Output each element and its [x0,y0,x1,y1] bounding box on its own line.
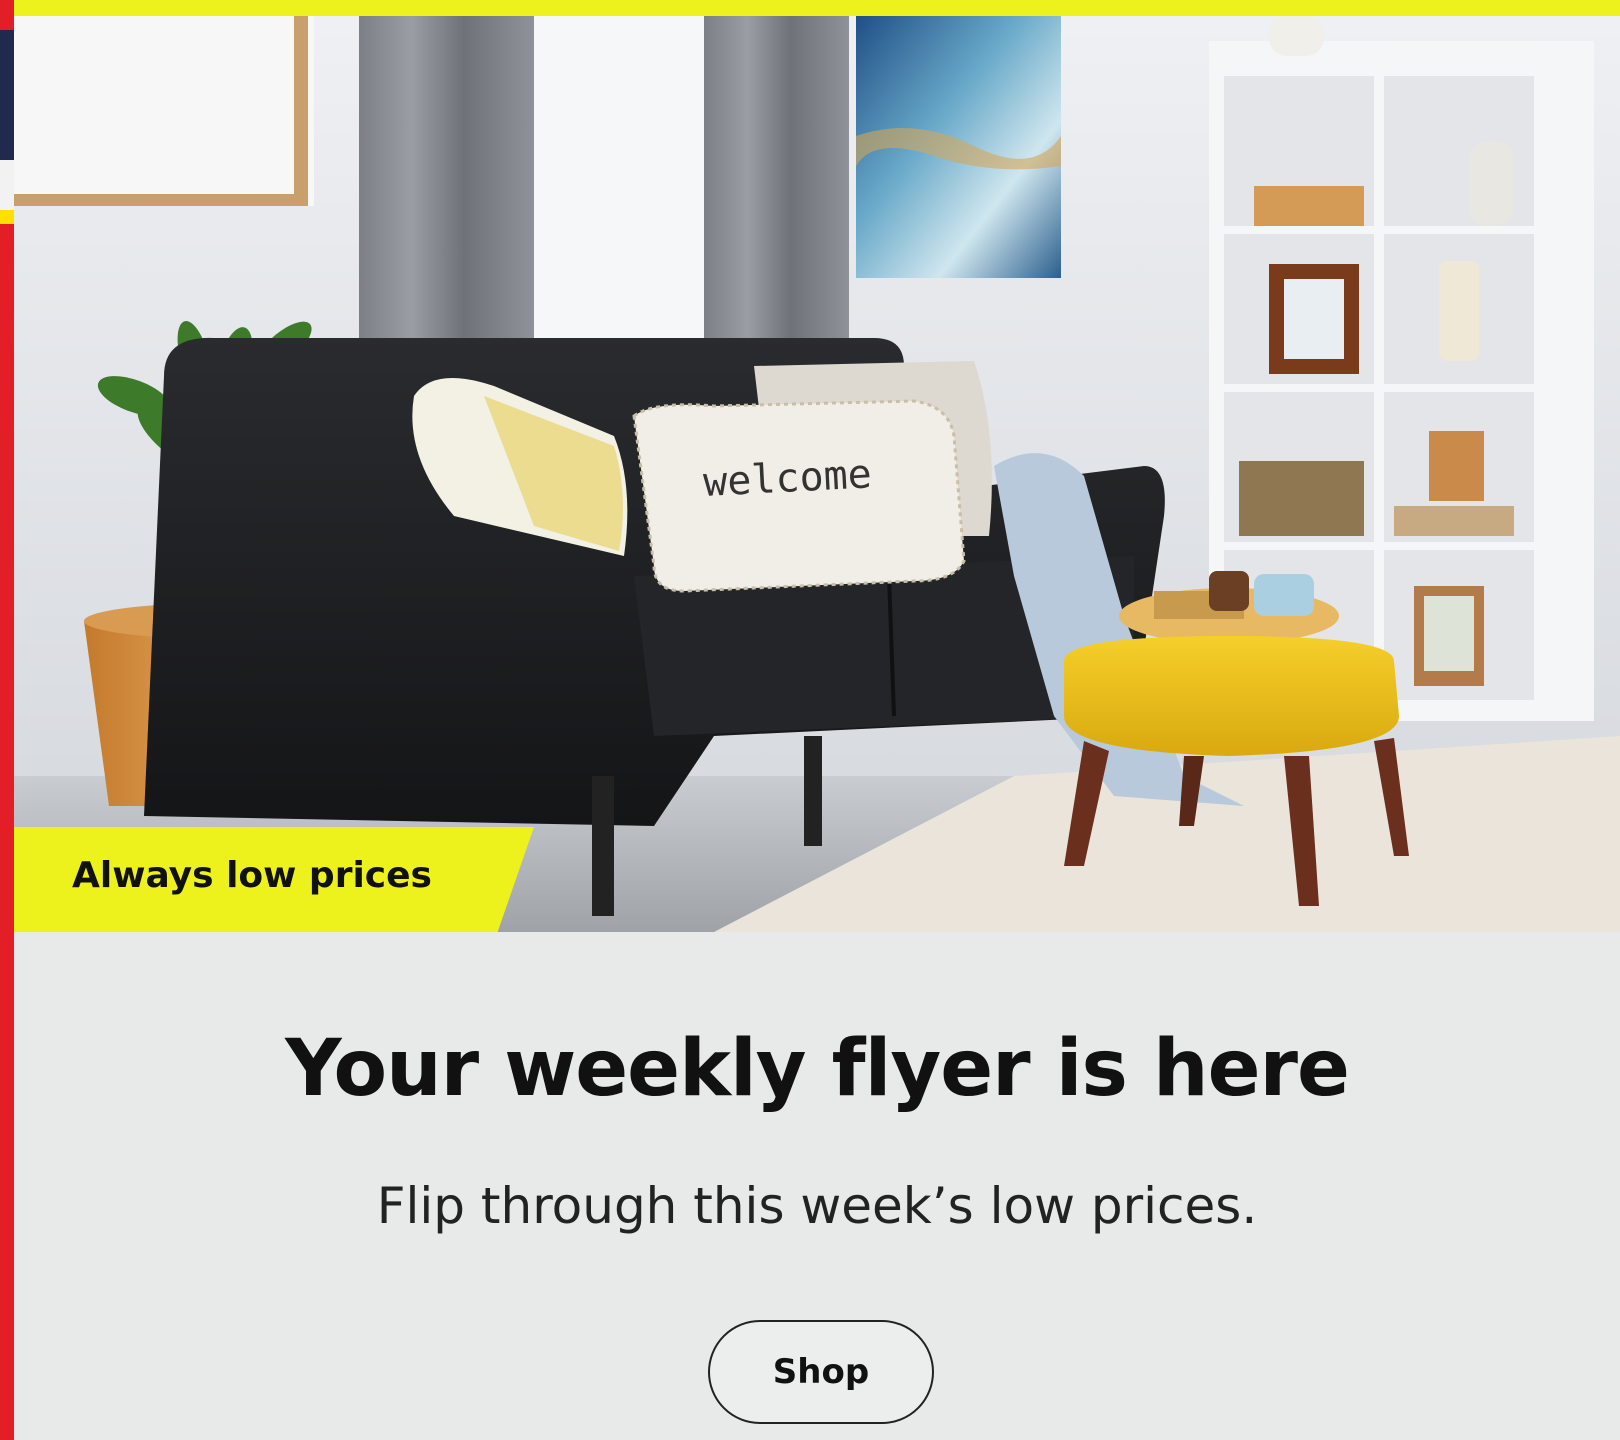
promo-headline: Your weekly flyer is here [285,1024,1350,1114]
pillow-text: welcome [702,451,873,506]
promo-subheadline: Flip through this week’s low prices. [376,1177,1258,1235]
living-room-illustration: welcome [14,16,1620,932]
shop-button[interactable]: Shop [708,1320,934,1424]
edge-navy-band [0,30,14,160]
weekly-flyer-card: welcome Always low prices Your weekly fl… [0,0,1620,1440]
adjacent-card-edge [0,0,14,1440]
badge-label: Always low prices [72,855,432,896]
hero-image[interactable]: welcome [14,16,1620,932]
top-accent-bar [14,0,1620,16]
promo-content: Your weekly flyer is here Flip through t… [14,932,1620,1440]
edge-white-band [0,160,14,210]
edge-yellow-band [0,210,14,224]
